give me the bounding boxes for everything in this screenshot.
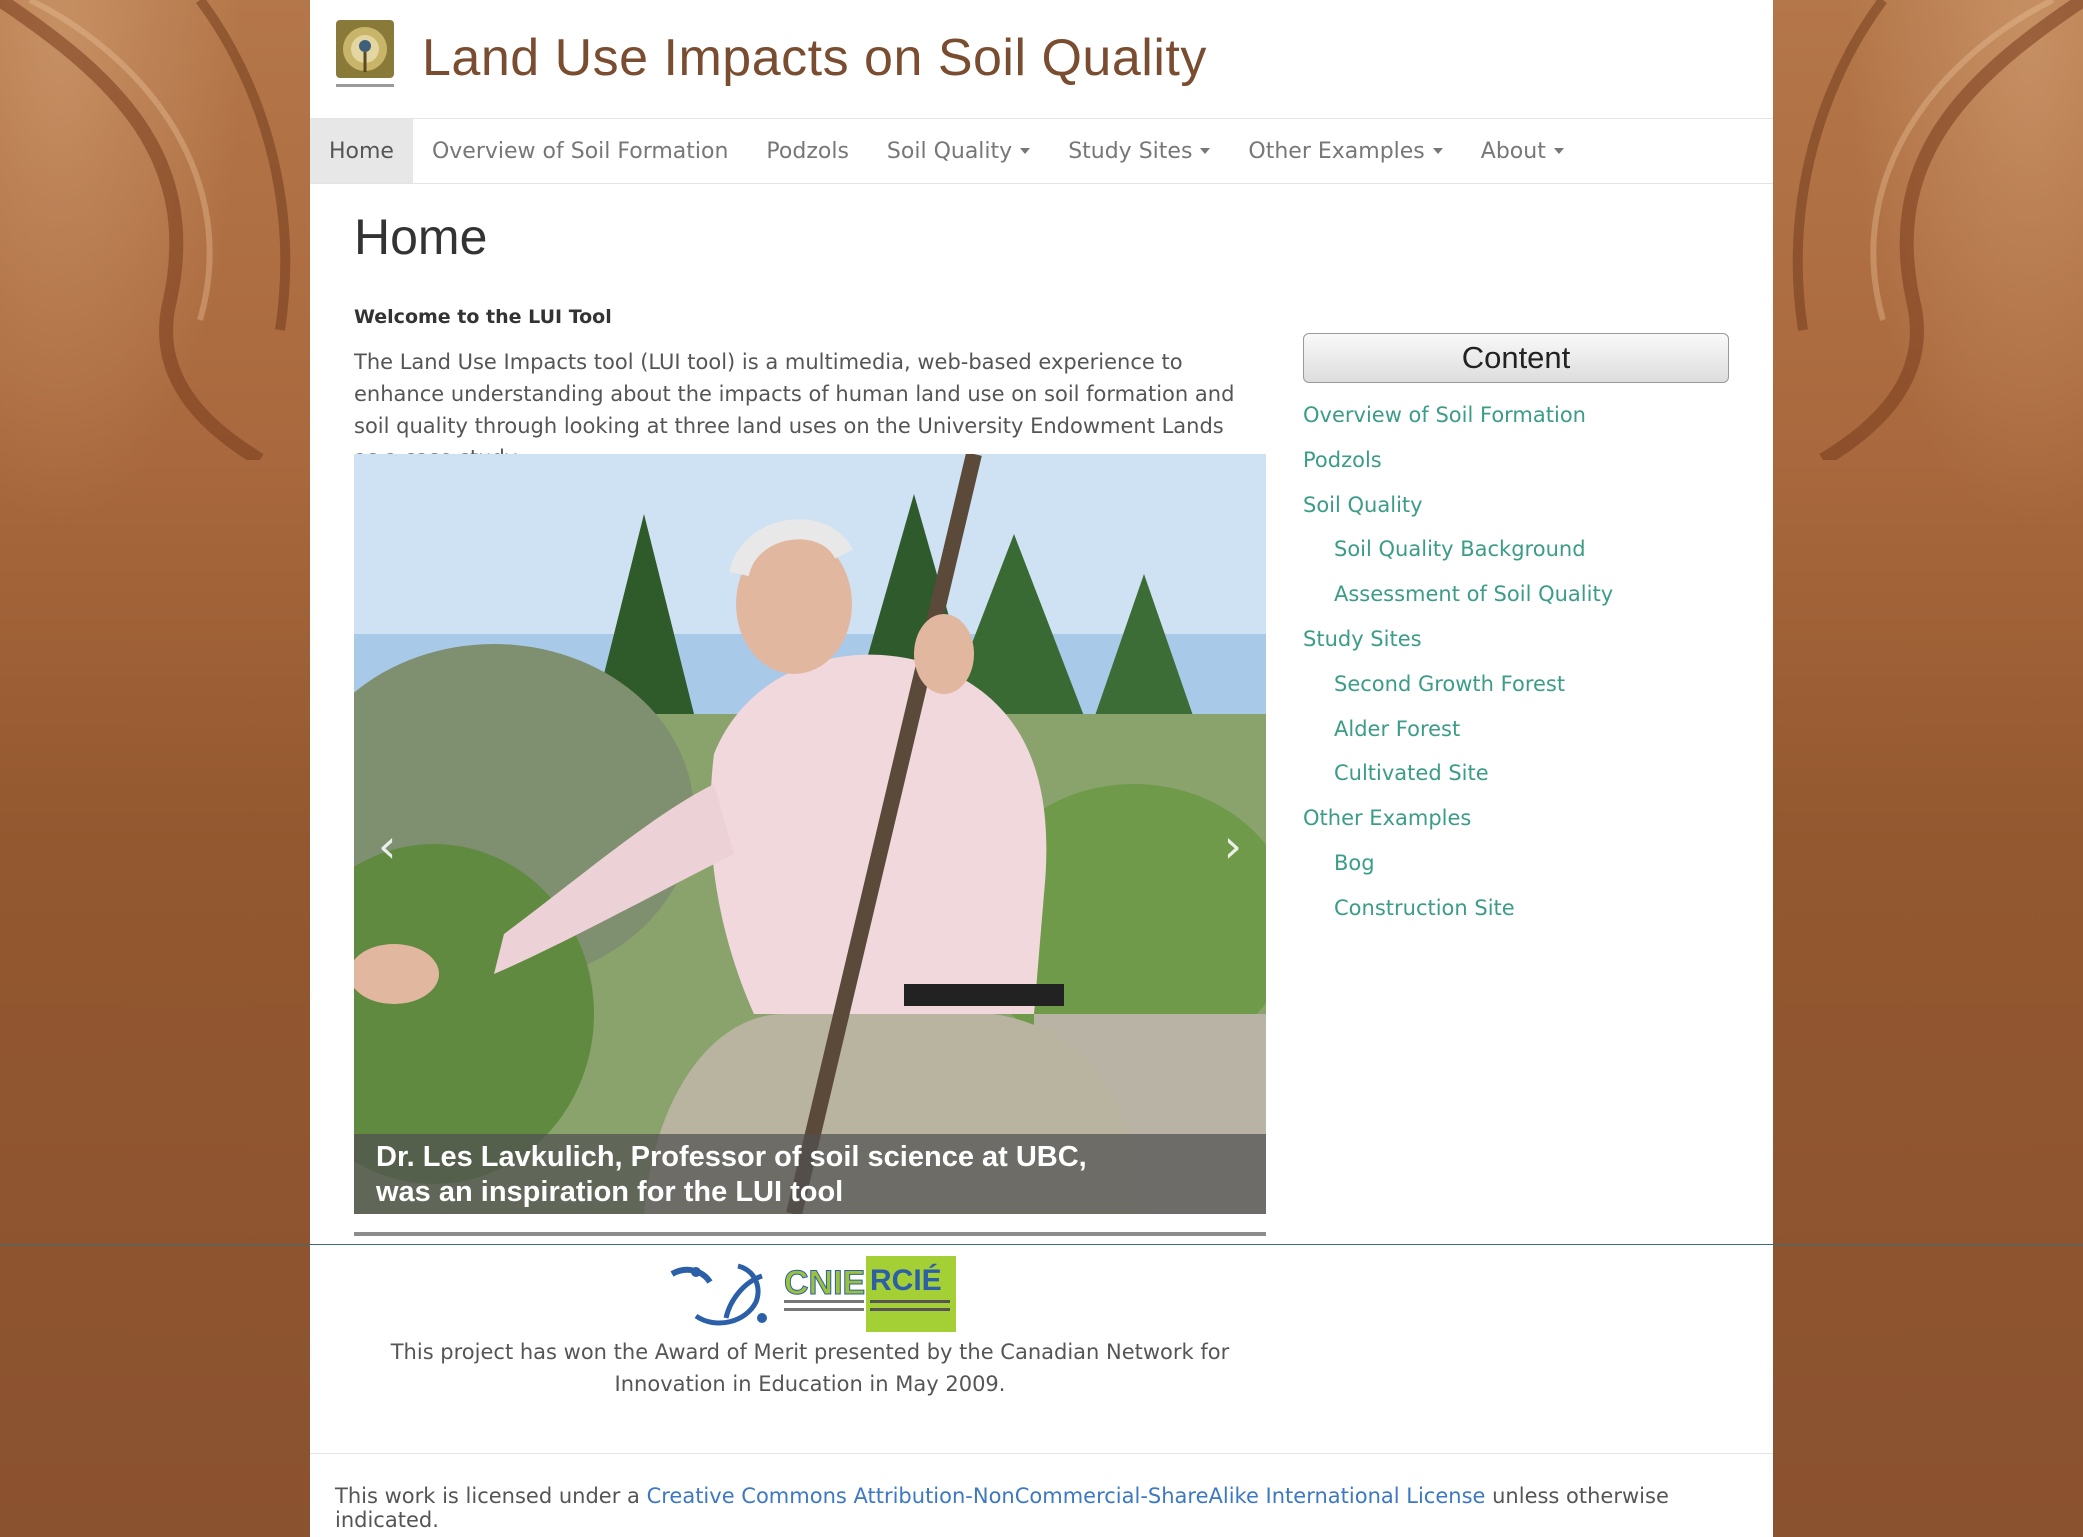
nav-about-dropdown[interactable]: About [1462, 119, 1583, 183]
background-swirl-left [0, 0, 291, 460]
nav-about-label: About [1480, 138, 1546, 164]
caret-down-icon [1432, 148, 1443, 154]
caret-down-icon [1200, 148, 1211, 154]
sidebar-item-soil-quality-background[interactable]: Soil Quality Background [1303, 527, 1729, 572]
nav-other-examples-label: Other Examples [1248, 138, 1425, 164]
page-title: Home [354, 209, 488, 265]
nav-podzols-label: Podzols [766, 138, 849, 164]
cnie-rcie-logo[interactable]: CNIE RCIÉ [666, 1256, 956, 1332]
sidebar-item-podzols[interactable]: Podzols [1303, 438, 1729, 483]
welcome-heading: Welcome to the LUI Tool [354, 306, 612, 328]
image-carousel[interactable]: Dr. Les Lavkulich, Professor of soil sci… [354, 454, 1266, 1214]
background-swirl-right [1792, 0, 2083, 460]
carousel-photo [354, 454, 1266, 1214]
sidebar-heading: Content [1303, 333, 1729, 383]
nav-study-sites-dropdown[interactable]: Study Sites [1049, 119, 1229, 183]
nav-other-examples-dropdown[interactable]: Other Examples [1229, 119, 1461, 183]
content-sidebar: Content Overview of Soil Formation Podzo… [1303, 333, 1729, 931]
site-header: Land Use Impacts on Soil Quality [310, 0, 1773, 118]
footer-separator [0, 1244, 2083, 1245]
content-divider [354, 1232, 1266, 1236]
sidebar-item-other-examples[interactable]: Other Examples [1303, 796, 1729, 841]
caret-down-icon [1553, 148, 1564, 154]
nav-podzols[interactable]: Podzols [747, 119, 868, 183]
sidebar-item-second-growth-forest[interactable]: Second Growth Forest [1303, 662, 1729, 707]
nav-overview-of-soil-formation[interactable]: Overview of Soil Formation [413, 119, 747, 183]
site-logo-icon[interactable] [336, 20, 394, 100]
sidebar-item-bog[interactable]: Bog [1303, 841, 1729, 886]
sidebar-item-overview-of-soil-formation[interactable]: Overview of Soil Formation [1303, 393, 1729, 438]
nav-home[interactable]: Home [310, 119, 413, 183]
chevron-left-icon[interactable]: ‹ [378, 819, 396, 873]
sidebar-list: Overview of Soil Formation Podzols Soil … [1303, 393, 1729, 931]
sidebar-item-cultivated-site[interactable]: Cultivated Site [1303, 751, 1729, 796]
nav-overview-label: Overview of Soil Formation [431, 138, 729, 164]
nav-study-sites-label: Study Sites [1068, 138, 1193, 164]
carousel-caption: Dr. Les Lavkulich, Professor of soil sci… [354, 1134, 1266, 1214]
main-navbar: Home Overview of Soil Formation Podzols … [310, 118, 1773, 184]
site-title[interactable]: Land Use Impacts on Soil Quality [422, 28, 1207, 88]
nav-soil-quality-dropdown[interactable]: Soil Quality [868, 119, 1049, 183]
caret-down-icon [1020, 148, 1031, 154]
sidebar-item-soil-quality[interactable]: Soil Quality [1303, 483, 1729, 528]
nav-home-label: Home [329, 138, 394, 164]
sidebar-item-construction-site[interactable]: Construction Site [1303, 886, 1729, 931]
svg-text:RCIÉ: RCIÉ [870, 1263, 942, 1297]
license-prefix: This work is licensed under a [335, 1484, 647, 1508]
page-container: Land Use Impacts on Soil Quality Home Ov… [0, 0, 2083, 1537]
nav-soil-quality-label: Soil Quality [886, 138, 1013, 164]
license-footer: This work is licensed under a Creative C… [310, 1453, 1773, 1537]
license-link[interactable]: Creative Commons Attribution-NonCommerci… [647, 1484, 1486, 1508]
chevron-right-icon[interactable]: › [1224, 819, 1242, 873]
award-text: This project has won the Award of Merit … [390, 1340, 1230, 1396]
sidebar-item-study-sites[interactable]: Study Sites [1303, 617, 1729, 662]
sidebar-item-alder-forest[interactable]: Alder Forest [1303, 707, 1729, 752]
sidebar-item-assessment-of-soil-quality[interactable]: Assessment of Soil Quality [1303, 572, 1729, 617]
svg-text:CNIE: CNIE [784, 1264, 865, 1302]
